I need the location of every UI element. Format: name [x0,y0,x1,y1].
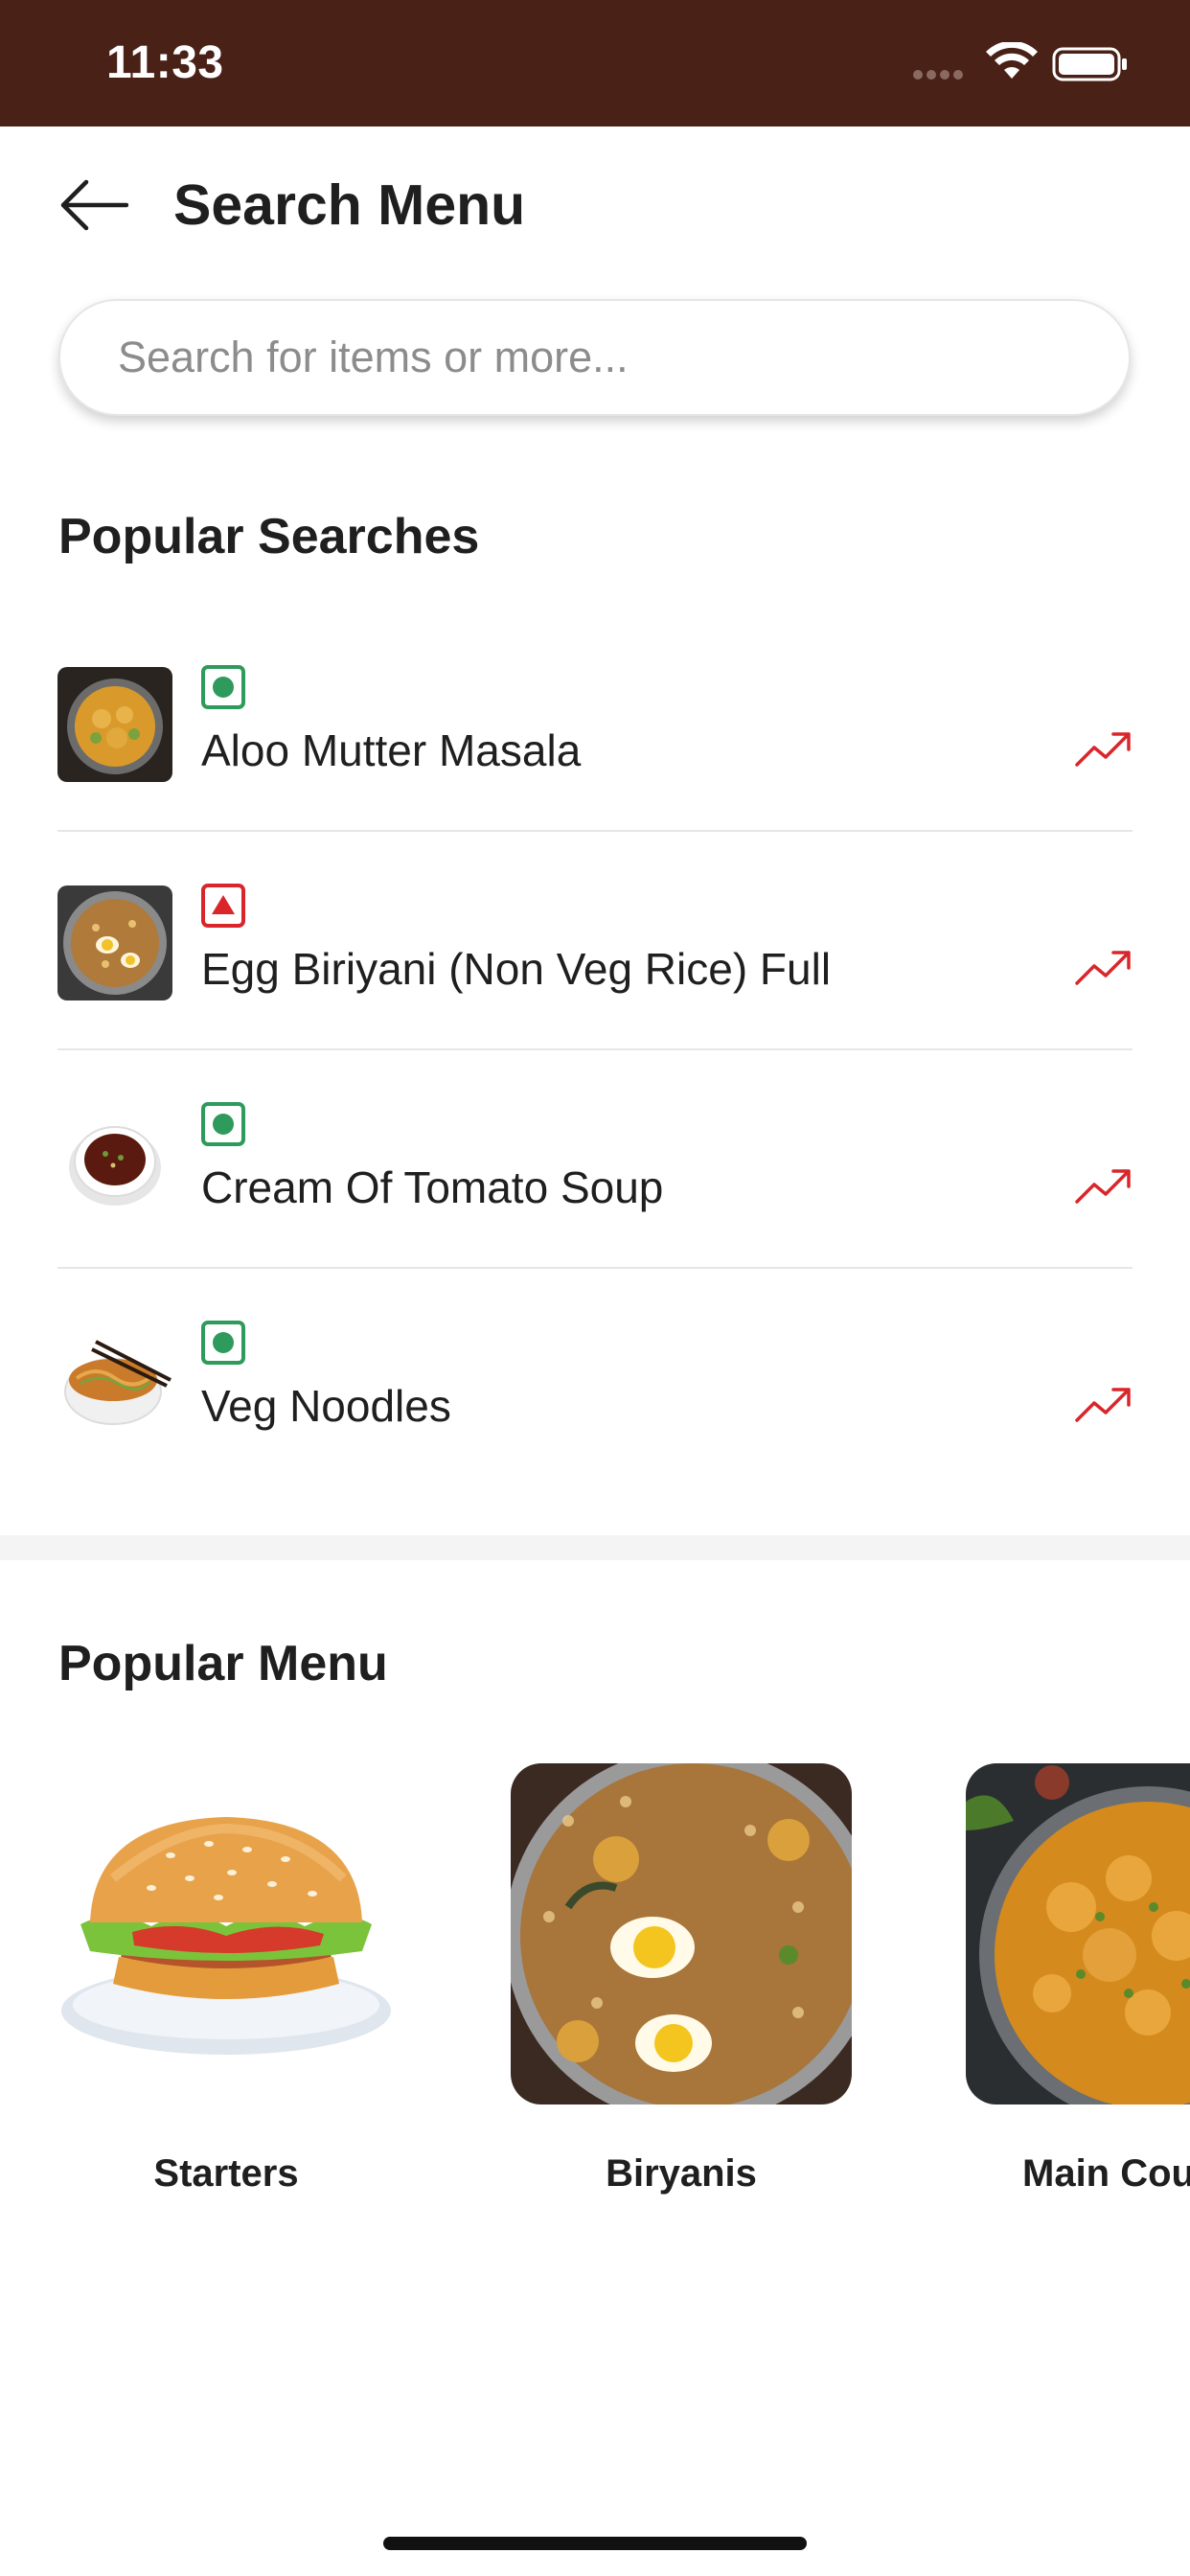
dish-thumbnail [57,1322,172,1438]
wifi-icon [986,42,1038,79]
dish-thumbnail [57,667,172,782]
non-veg-indicator-icon [201,884,245,928]
popular-menu-carousel[interactable]: Starters Biryanis Main Cou [0,1763,1190,2204]
veg-indicator-icon [201,1102,245,1146]
popular-menu-title: Popular Menu [58,1636,388,1691]
menu-category-card[interactable]: Starters [56,1763,397,2196]
popular-searches-list: Aloo Mutter Masala Egg Biriyani (Non Veg… [57,613,1133,1487]
search-item-label: Egg Biriyani (Non Veg Rice) Full [201,944,832,994]
cellular-signal-icon [913,67,967,84]
popular-search-item[interactable]: Cream Of Tomato Soup [57,1050,1133,1269]
search-item-label: Cream Of Tomato Soup [201,1162,664,1212]
menu-category-card[interactable]: Biryanis [511,1763,852,2196]
search-bar[interactable] [58,299,1131,416]
popular-search-item[interactable]: Egg Biriyani (Non Veg Rice) Full [57,832,1133,1050]
category-image [511,1763,852,2104]
trending-up-icon [1075,1388,1131,1422]
menu-category-card[interactable]: Main Cou [966,1763,1190,2196]
category-image [56,1763,397,2104]
veg-indicator-icon [201,665,245,709]
search-input[interactable] [118,324,1076,391]
search-item-label: Veg Noodles [201,1381,451,1431]
category-image [966,1763,1190,2104]
trending-up-icon [1075,732,1131,767]
popular-searches-title: Popular Searches [58,509,480,564]
veg-indicator-icon [201,1321,245,1365]
category-label: Biryanis [606,2152,757,2195]
arrow-left-icon[interactable] [57,178,128,232]
search-menu-screen: 11:33 Search Menu Popular Searches [0,0,1190,2576]
dish-thumbnail [57,1104,172,1219]
trending-up-icon [1075,951,1131,985]
popular-search-item[interactable]: Aloo Mutter Masala [57,613,1133,832]
home-indicator[interactable] [383,2537,807,2550]
search-item-label: Aloo Mutter Masala [201,725,582,775]
section-divider [0,1535,1190,1560]
dish-thumbnail [57,886,172,1000]
status-time: 11:33 [106,37,224,88]
status-bar: 11:33 [0,0,1190,126]
trending-up-icon [1075,1169,1131,1204]
popular-search-item[interactable]: Veg Noodles [57,1269,1133,1487]
page-title: Search Menu [173,173,526,237]
category-label: Main Cou [1022,2152,1190,2195]
battery-icon [1052,47,1127,81]
category-label: Starters [153,2152,299,2195]
